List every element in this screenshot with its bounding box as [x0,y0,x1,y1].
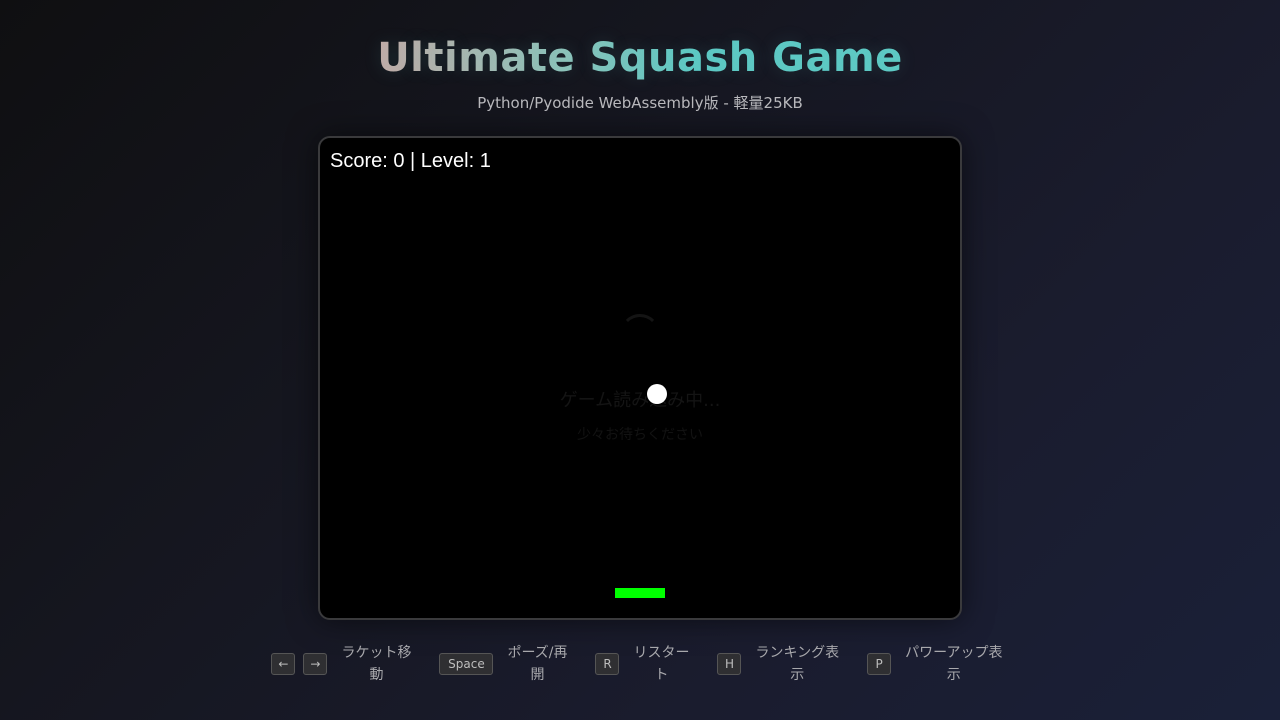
control-powerup: P パワーアップ表示 [867,642,1008,686]
arrow-right-key: → [303,653,328,675]
controls-legend: ← → ラケット移動 Space ポーズ/再開 R リスタート H ランキング表… [0,642,1280,686]
game-canvas[interactable]: Score: 0 | Level: 1 ゲーム読み込み中... 少々お待ちくださ… [318,136,962,620]
control-restart: R リスタート [595,642,695,686]
control-label-powerup: パワーアップ表示 [905,645,1003,683]
h-key: H [717,653,742,675]
control-ranking: H ランキング表示 [717,642,845,686]
control-label-ranking: ランキング表示 [755,645,840,683]
paddle [615,588,665,598]
control-label-pause: ポーズ/再開 [507,645,568,683]
loading-text: ゲーム読み込み中... [559,390,721,411]
game-subtitle: Python/Pyodide WebAssembly版 - 軽量25KB [477,94,803,112]
loading-overlay: ゲーム読み込み中... 少々お待ちください [320,138,960,618]
space-key: Space [439,653,494,675]
game-title: Ultimate Squash Game [377,35,903,81]
control-label-restart: リスタート [633,645,690,683]
loading-subtext: 少々お待ちください [577,427,703,443]
control-label-move: ラケット移動 [341,645,412,683]
r-key: R [595,653,620,675]
control-pause-resume: Space ポーズ/再開 [439,642,573,686]
loading-spinner-icon [620,314,660,354]
ball [647,384,667,404]
arrow-left-key: ← [271,653,296,675]
p-key: P [867,653,892,675]
control-move-racket: ← → ラケット移動 [271,642,417,686]
